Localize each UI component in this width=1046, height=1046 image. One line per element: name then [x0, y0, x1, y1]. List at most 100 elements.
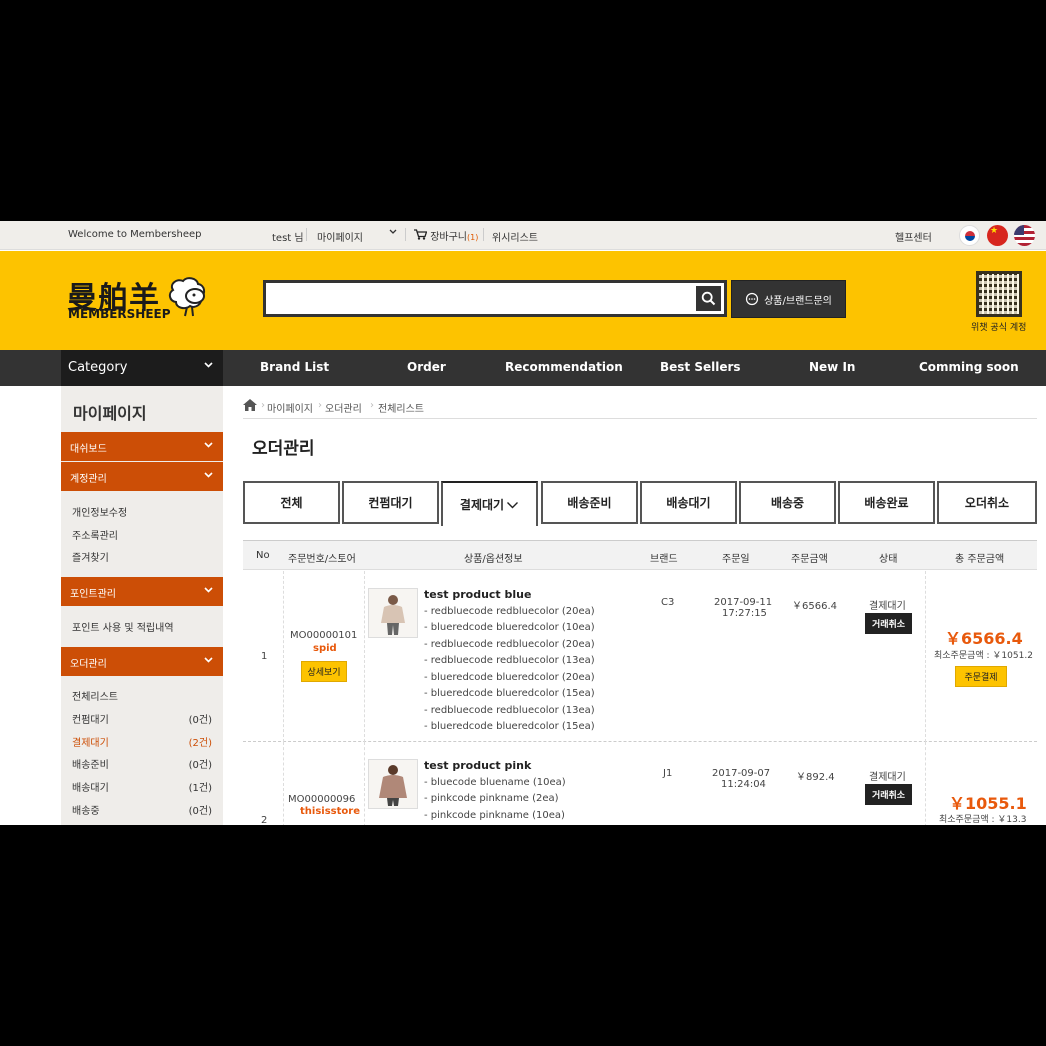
sidebar-section-account[interactable]: 계정관리: [61, 462, 223, 491]
page: Welcome to Membersheep test 님 마이페이지 장바구니…: [0, 221, 1046, 825]
detail-button[interactable]: 상세보기: [301, 661, 347, 682]
tab-shipping-wait[interactable]: 배송대기: [640, 481, 737, 524]
divider: [283, 742, 284, 825]
cancel-order-button[interactable]: 거래취소: [865, 613, 912, 634]
sidebar-section-dashboard[interactable]: 대쉬보드: [61, 432, 223, 461]
tab-label: 배송완료: [864, 496, 909, 510]
sidebar-count: (1건): [188, 783, 212, 794]
tab-cancelled[interactable]: 오더취소: [937, 481, 1037, 524]
wishlist-link[interactable]: 위시리스트: [492, 229, 538, 244]
welcome-text: Welcome to Membersheep: [68, 229, 202, 240]
user-name[interactable]: test 님: [272, 229, 304, 244]
total-amount: ￥1055.1: [949, 794, 1027, 813]
min-order-amount: 최소주문금액 : ￥1051.2: [934, 651, 1033, 661]
divider: [405, 228, 406, 241]
store-name[interactable]: spid: [313, 643, 337, 654]
order-number: MO00000101: [290, 630, 358, 641]
divider: [483, 228, 484, 241]
option-line: - bluecode bluename (10ea): [424, 777, 566, 788]
usa-flag-icon[interactable]: [1014, 225, 1035, 246]
sidebar-section-orders[interactable]: 오더관리: [61, 647, 223, 676]
breadcrumb-item[interactable]: 오더관리: [325, 400, 362, 415]
search-button[interactable]: [696, 286, 721, 311]
column-header: 상태: [879, 554, 898, 565]
tab-label: 오더취소: [964, 496, 1010, 510]
sidebar-item-addresses[interactable]: 주소록관리: [72, 527, 118, 542]
search-input[interactable]: [270, 286, 690, 311]
search-box: [263, 280, 727, 317]
help-center-link[interactable]: 헬프센터: [895, 229, 932, 244]
sidebar-count: (0건): [188, 715, 212, 726]
option-line: - pinkcode pinkname (10ea): [424, 810, 565, 821]
nav-recommendation[interactable]: Recommendation: [505, 360, 623, 374]
order-number: MO00000096: [288, 794, 356, 805]
column-header: 주문일: [722, 554, 750, 565]
sidebar-item-confirm-pending[interactable]: 컨펌대기: [72, 711, 109, 726]
tab-shipping-prep[interactable]: 배송준비: [541, 481, 638, 524]
nav-brand-list[interactable]: Brand List: [260, 360, 329, 374]
chevron-down-icon: [203, 359, 214, 373]
product-thumbnail[interactable]: [368, 759, 418, 809]
cancel-order-button[interactable]: 거래취소: [865, 784, 912, 805]
sidebar-item-shipping-wait[interactable]: 배송대기: [72, 779, 109, 794]
nav-new-in[interactable]: New In: [809, 360, 855, 374]
sidebar-item-in-transit[interactable]: 배송중: [72, 802, 100, 817]
cart-link[interactable]: 장바구니(1): [414, 228, 478, 243]
order-tabs: 전체 컨펌대기 결제대기 배송준비 배송대기 배송중 배송완료 오더취소: [243, 481, 1037, 526]
mypage-link[interactable]: 마이페이지: [317, 229, 363, 244]
sidebar-item-favorites[interactable]: 즐겨찾기: [72, 549, 109, 564]
korea-flag-icon[interactable]: [959, 225, 980, 246]
option-line: - redbluecode redbluecolor (20ea): [424, 606, 595, 617]
option-line: - blueredcode blueredcolor (20ea): [424, 672, 595, 683]
order-time: 17:27:15: [722, 608, 767, 619]
column-header: No: [256, 550, 270, 561]
brand-code: C3: [661, 597, 675, 608]
qr-code-image: [976, 271, 1022, 317]
sidebar: 마이페이지 대쉬보드 계정관리 개인정보수정 주소록관리 즐겨찾기 포인트관리 …: [61, 386, 223, 825]
nav-order[interactable]: Order: [407, 360, 446, 374]
tab-payment-pending[interactable]: 결제대기: [441, 481, 538, 526]
sidebar-item-point-history[interactable]: 포인트 사용 및 적립내역: [72, 619, 174, 634]
section-label: 포인트관리: [70, 589, 116, 600]
table-header: No 주문번호/스토어 상품/옵션정보 브랜드 주문일 주문금액 상태 총 주문…: [243, 540, 1037, 570]
order-amount: ￥6566.4: [792, 601, 837, 612]
nav-best-sellers[interactable]: Best Sellers: [660, 360, 741, 374]
option-line: - blueredcode blueredcolor (15ea): [424, 688, 595, 699]
tab-confirm-pending[interactable]: 컨펌대기: [342, 481, 439, 524]
row-number: 1: [261, 651, 268, 662]
breadcrumb-item[interactable]: 전체리스트: [378, 400, 424, 415]
total-amount: ￥6566.4: [945, 629, 1023, 648]
table-row: 1 MO00000101 spid 상세보기 test product blue…: [243, 571, 1037, 742]
sidebar-item-all-orders[interactable]: 전체리스트: [72, 688, 118, 703]
product-thumbnail[interactable]: [368, 588, 418, 638]
breadcrumb-item[interactable]: 마이페이지: [267, 400, 313, 415]
column-header: 주문번호/스토어: [288, 554, 356, 565]
tab-label: 배송대기: [666, 496, 711, 510]
store-name[interactable]: thisisstore: [300, 806, 360, 817]
product-name[interactable]: test product blue: [424, 588, 531, 601]
nav-coming-soon[interactable]: Comming soon: [919, 360, 1019, 374]
sidebar-section-points[interactable]: 포인트관리: [61, 577, 223, 606]
sidebar-item-shipping-prep[interactable]: 배송준비: [72, 756, 109, 771]
logo-english-text: MEMBERSHEEP: [68, 307, 171, 321]
tab-label: 배송중: [770, 496, 805, 510]
tab-in-transit[interactable]: 배송중: [739, 481, 836, 524]
breadcrumb-separator: ›: [370, 400, 374, 411]
chevron-down-icon: [203, 654, 214, 668]
chevron-down-icon[interactable]: [388, 227, 398, 240]
product-name[interactable]: test product pink: [424, 759, 531, 772]
china-flag-icon[interactable]: [987, 225, 1008, 246]
pay-order-button[interactable]: 주문결제: [955, 666, 1007, 687]
tab-label: 배송준비: [567, 496, 612, 510]
brand-inquiry-button[interactable]: 상품/브랜드문의: [731, 280, 846, 318]
tab-label: 결제대기: [459, 498, 505, 512]
logo[interactable]: 曼舶羊 MEMBERSHEEP: [67, 273, 209, 325]
tab-all[interactable]: 전체: [243, 481, 340, 524]
home-icon[interactable]: [243, 399, 257, 414]
section-label: 계정관리: [70, 474, 107, 485]
sidebar-item-profile[interactable]: 개인정보수정: [72, 504, 127, 519]
sidebar-item-payment-pending[interactable]: 결제대기: [72, 734, 109, 749]
tab-delivered[interactable]: 배송완료: [838, 481, 935, 524]
column-header: 주문금액: [791, 554, 828, 565]
category-menu[interactable]: Category: [61, 350, 223, 386]
